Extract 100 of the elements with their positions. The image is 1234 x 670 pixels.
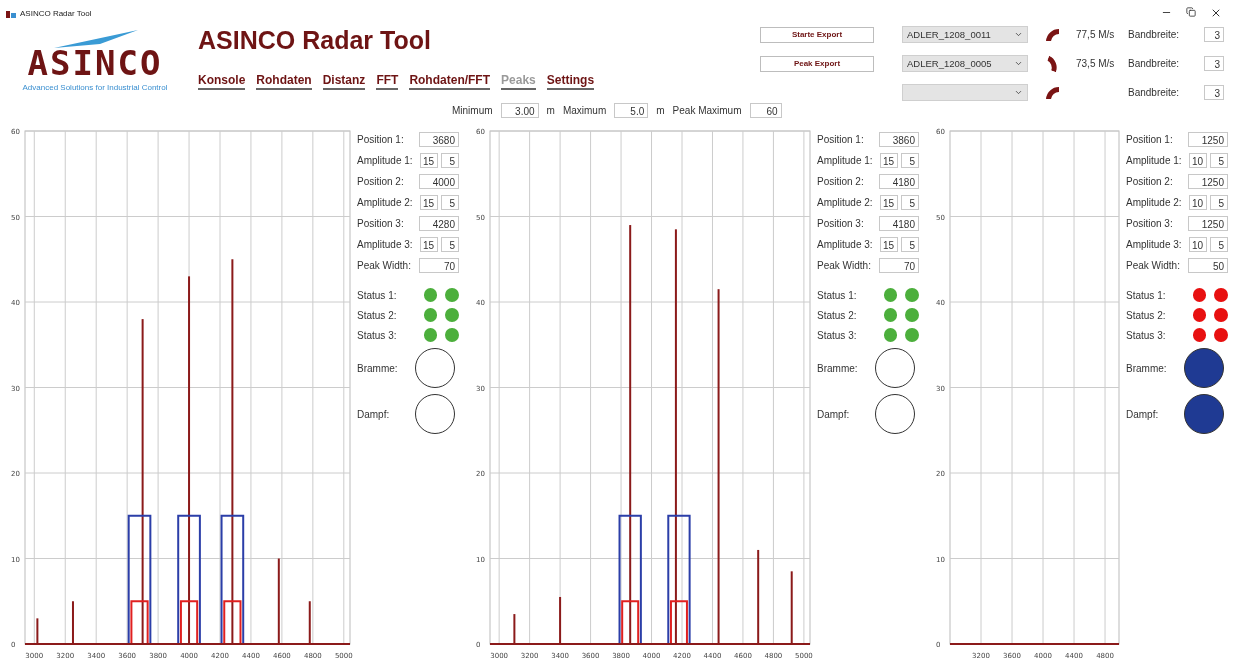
logo-tagline: Advanced Solutions for Industrial Control [22,83,168,92]
status-label: Status 1: [1126,289,1167,301]
peak-maximum-field[interactable]: 60 [749,102,782,118]
amplitude-field[interactable]: 10 [1189,195,1207,210]
file-dropdown[interactable]: ADLER_1208_0011 [902,26,1028,43]
amplitude-field[interactable]: 15 [420,237,438,252]
spinner-icon [1046,86,1059,99]
position-field[interactable]: 4180 [879,216,919,231]
minimum-field[interactable]: 3.00 [500,102,539,118]
field-label: Position 3: [1126,218,1173,229]
field-label: Peak Width: [817,260,871,271]
chevron-down-icon [1014,88,1023,97]
field-label: Position 1: [357,134,404,145]
position-field[interactable]: 1250 [1188,216,1228,231]
close-icon[interactable] [1210,7,1222,19]
nav-tab[interactable]: FFT [376,73,399,90]
field-label: Position 1: [817,134,864,145]
field-label: Position 3: [817,218,864,229]
logo-wordmark: ASINCO [27,46,163,80]
status-label: Status 1: [817,289,858,301]
field-label: Peak Width: [357,260,411,271]
bandwidth-label: Bandbreite: [1128,58,1181,69]
bandwidth-label: Bandbreite: [1128,87,1181,98]
field-label: Amplitude 1: [357,155,413,166]
status-label: Status 3: [1126,329,1167,341]
amplitude-field[interactable]: 5 [1210,237,1228,252]
bandwidth-field[interactable]: 3 [1204,27,1224,42]
indicator-label: Dampf: [817,408,850,420]
field-label: Amplitude 1: [817,155,873,166]
minimum-label: Minimum [452,104,493,116]
field-label: Position 1: [1126,134,1173,145]
amplitude-field[interactable]: 10 [1189,237,1207,252]
peak-width-field[interactable]: 50 [1188,258,1228,273]
position-field[interactable]: 4000 [419,174,459,189]
bandwidth-field[interactable]: 3 [1204,85,1224,100]
indicator-label: Bramme: [817,362,858,374]
restore-icon[interactable] [1186,7,1196,17]
peak-maximum-label: Peak Maximum [672,104,742,116]
field-label: Amplitude 2: [817,197,873,208]
amplitude-field[interactable]: 5 [441,153,459,168]
status-label: Status 1: [357,289,398,301]
status-label: Status 3: [817,329,858,341]
nav-tab[interactable]: Rohdaten/FFT [409,73,491,90]
field-label: Position 2: [817,176,864,187]
indicator-label: Dampf: [357,408,390,420]
maximum-label: Maximum [562,104,607,116]
bandwidth-field[interactable]: 3 [1204,56,1224,71]
export-button[interactable]: Peak Export [760,55,874,72]
amplitude-field[interactable]: 5 [901,237,919,252]
amplitude-field[interactable]: 5 [1210,195,1228,210]
position-field[interactable]: 4280 [419,216,459,231]
amplitude-field[interactable]: 15 [880,195,898,210]
status-label: Status 2: [817,309,858,321]
nav-tab[interactable]: Konsole [198,73,246,90]
amplitude-field[interactable]: 5 [1210,153,1228,168]
field-label: Amplitude 2: [1126,197,1182,208]
amplitude-field[interactable]: 5 [901,195,919,210]
app-icon [6,8,16,18]
position-field[interactable]: 3860 [879,132,919,147]
field-label: Amplitude 3: [1126,239,1182,250]
nav-tab[interactable]: Rohdaten [256,73,312,90]
status-label: Status 2: [1126,309,1167,321]
field-label: Amplitude 3: [357,239,413,250]
amplitude-field[interactable]: 10 [1189,153,1207,168]
indicator-label: Bramme: [357,362,398,374]
position-field[interactable]: 3680 [419,132,459,147]
amplitude-field[interactable]: 15 [420,195,438,210]
amplitude-field[interactable]: 5 [901,153,919,168]
export-button[interactable]: Starte Export [760,26,874,43]
indicator-label: Dampf: [1126,408,1159,420]
status-label: Status 3: [357,329,398,341]
chevron-down-icon [1014,59,1023,68]
amplitude-field[interactable]: 5 [441,195,459,210]
unit-label: m [546,104,555,116]
position-field[interactable]: 1250 [1188,174,1228,189]
position-field[interactable]: 4180 [879,174,919,189]
field-label: Position 3: [357,218,404,229]
speed-reading: 77,5 M/s [1076,29,1116,40]
amplitude-field[interactable]: 5 [441,237,459,252]
peak-width-field[interactable]: 70 [419,258,459,273]
field-label: Position 2: [1126,176,1173,187]
maximum-field[interactable]: 5.0 [614,102,649,118]
indicator-label: Bramme: [1126,362,1167,374]
nav-tab[interactable]: Distanz [322,73,366,90]
bandwidth-label: Bandbreite: [1128,29,1181,40]
speed-reading: 73,5 M/s [1076,58,1116,69]
position-field[interactable]: 1250 [1188,132,1228,147]
amplitude-field[interactable]: 15 [880,153,898,168]
nav-tab[interactable]: Settings [546,73,595,90]
field-label: Amplitude 1: [1126,155,1182,166]
window-title: ASINCO Radar Tool [20,8,92,18]
peak-width-field[interactable]: 70 [879,258,919,273]
amplitude-field[interactable]: 15 [420,153,438,168]
field-label: Amplitude 3: [817,239,873,250]
field-label: Amplitude 2: [357,197,413,208]
status-label: Status 2: [357,309,398,321]
spinner-icon [1046,28,1059,41]
amplitude-field[interactable]: 15 [880,237,898,252]
file-dropdown[interactable]: ADLER_1208_0005 [902,55,1028,72]
field-label: Position 2: [357,176,404,187]
